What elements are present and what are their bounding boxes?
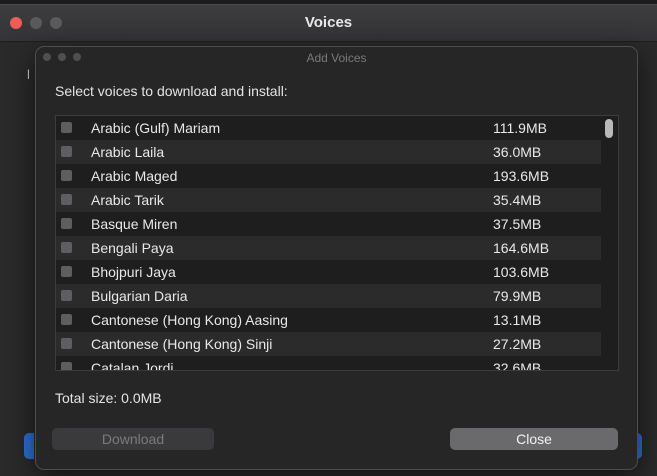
voice-checkbox[interactable] xyxy=(61,362,72,370)
voice-name: Cantonese (Hong Kong) Aasing xyxy=(91,312,288,328)
scrollbar[interactable] xyxy=(601,116,618,370)
voice-row[interactable]: Bengali Paya 164.6MB xyxy=(56,236,601,260)
voice-name: Bulgarian Daria xyxy=(91,288,188,304)
voice-size: 111.9MB xyxy=(493,120,547,136)
voice-row[interactable]: Bulgarian Daria 79.9MB xyxy=(56,284,601,308)
download-button[interactable]: Download xyxy=(52,428,214,450)
voice-checkbox[interactable] xyxy=(61,170,72,181)
voice-name: Catalan Jordi xyxy=(91,360,174,371)
voice-checkbox[interactable] xyxy=(61,290,72,301)
voice-size: 13.1MB xyxy=(493,312,542,328)
dialog-title: Add Voices xyxy=(306,51,367,65)
voice-size: 103.6MB xyxy=(493,264,550,280)
total-size-label: Total size: 0.0MB xyxy=(55,390,162,406)
voice-size: 32.6MB xyxy=(493,360,542,371)
voice-row[interactable]: Basque Miren 37.5MB xyxy=(56,212,601,236)
voice-checkbox[interactable] xyxy=(61,338,72,349)
voice-size: 37.5MB xyxy=(493,216,542,232)
voice-name: Basque Miren xyxy=(91,216,178,232)
voice-checkbox[interactable] xyxy=(61,314,72,325)
voice-row[interactable]: Arabic Tarik 35.4MB xyxy=(56,188,601,212)
voice-size: 35.4MB xyxy=(493,192,542,208)
instruction-text: Select voices to download and install: xyxy=(55,83,288,99)
voice-checkbox[interactable] xyxy=(61,146,72,157)
voice-name: Cantonese (Hong Kong) Sinji xyxy=(91,336,273,352)
voice-checkbox[interactable] xyxy=(61,218,72,229)
voice-row[interactable]: Catalan Jordi 32.6MB xyxy=(56,356,601,371)
voice-name: Arabic Maged xyxy=(91,168,178,184)
window-title: Voices xyxy=(304,14,353,31)
voice-checkbox[interactable] xyxy=(61,266,72,277)
voice-size: 79.9MB xyxy=(493,288,542,304)
background-button-left[interactable] xyxy=(24,433,34,459)
scrollbar-thumb[interactable] xyxy=(605,119,613,138)
voice-row[interactable]: Bhojpuri Jaya 103.6MB xyxy=(56,260,601,284)
voice-size: 193.6MB xyxy=(493,168,550,184)
background-label-fragment: l xyxy=(27,67,30,82)
voice-row[interactable]: Cantonese (Hong Kong) Sinji 27.2MB xyxy=(56,332,601,356)
voice-name: Arabic (Gulf) Mariam xyxy=(91,120,221,136)
voice-name: Bengali Paya xyxy=(91,240,174,256)
voice-row[interactable]: Cantonese (Hong Kong) Aasing 13.1MB xyxy=(56,308,601,332)
dialog-titlebar: Add Voices xyxy=(36,47,637,68)
close-button[interactable]: Close xyxy=(450,428,618,450)
voice-row[interactable]: Arabic Laila 36.0MB xyxy=(56,140,601,164)
voice-name: Bhojpuri Jaya xyxy=(91,264,176,280)
voice-size: 164.6MB xyxy=(493,240,550,256)
voice-row[interactable]: Arabic Maged 193.6MB xyxy=(56,164,601,188)
add-voices-dialog: Add Voices Select voices to download and… xyxy=(35,46,638,470)
voice-size: 27.2MB xyxy=(493,336,542,352)
voice-size: 36.0MB xyxy=(493,144,542,160)
voice-checkbox[interactable] xyxy=(61,194,72,205)
voice-row[interactable]: Arabic (Gulf) Mariam 111.9MB xyxy=(56,116,601,140)
voice-list[interactable]: Catalan Jordi 32.6MB Cantonese (Hong Kong)… xyxy=(55,115,619,371)
voice-checkbox[interactable] xyxy=(61,122,72,133)
voice-checkbox[interactable] xyxy=(61,242,72,253)
voice-name: Arabic Tarik xyxy=(91,192,164,208)
voice-name: Arabic Laila xyxy=(91,144,165,160)
voices-titlebar: Voices xyxy=(0,5,657,42)
